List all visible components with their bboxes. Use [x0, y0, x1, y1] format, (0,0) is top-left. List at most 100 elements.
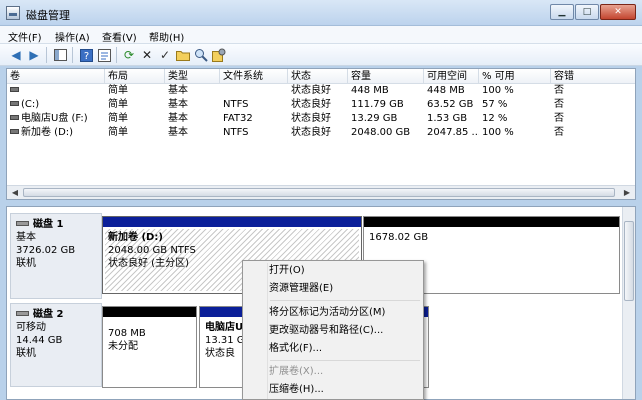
delete-icon[interactable]: ✕: [139, 47, 155, 63]
window-controls: ▁ □ ✕: [549, 4, 636, 20]
menu-separator: [270, 360, 420, 361]
menu-help[interactable]: 帮助(H): [149, 29, 184, 44]
disk-state: 联机: [16, 258, 36, 269]
menu-action[interactable]: 操作(A): [55, 29, 90, 44]
refresh-icon[interactable]: ⟳: [121, 47, 137, 63]
volume-filesystem: [220, 84, 288, 98]
partition[interactable]: 708 MB 未分配: [102, 306, 197, 388]
toolbar-separator: [72, 47, 73, 63]
volume-row[interactable]: (C:) 简单 基本 NTFS 状态良好 111.79 GB 63.52 GB …: [7, 98, 635, 112]
horizontal-scrollbar[interactable]: ◀ ▶: [7, 185, 635, 199]
partition-type-bar: [364, 217, 619, 227]
volume-layout: 简单: [108, 127, 128, 138]
volume-layout: 简单: [108, 99, 128, 110]
toolbar-separator: [46, 47, 47, 63]
window-title: 磁盘管理: [26, 9, 70, 22]
menu-file[interactable]: 文件(F): [8, 29, 42, 44]
search-icon[interactable]: [193, 47, 209, 63]
volume-layout: 简单: [108, 85, 128, 96]
volume-fault-tolerance: 否: [554, 85, 564, 96]
volume-layout: 简单: [108, 113, 128, 124]
help-icon[interactable]: ?: [78, 47, 94, 63]
close-button[interactable]: ✕: [600, 4, 636, 20]
menu-divider: [267, 263, 268, 399]
context-menu: 打开(O) 资源管理器(E) 将分区标记为活动分区(M) 更改驱动器号和路径(C…: [242, 260, 424, 400]
disk-state: 联机: [16, 348, 36, 359]
partition-size: 1678.02 GB: [369, 232, 429, 243]
disk-kind: 可移动: [16, 322, 46, 333]
volume-type: 基本: [168, 113, 188, 124]
menu-bar: 文件(F) 操作(A) 查看(V) 帮助(H): [0, 26, 642, 44]
partition-size: 708 MB: [108, 328, 146, 339]
volume-icon: [10, 115, 19, 120]
volume-capacity: 2048.00 GB: [351, 127, 411, 138]
column-header-free-space[interactable]: 可用空间: [424, 69, 479, 84]
partition-name: 新加卷 (D:): [108, 232, 163, 243]
volume-icon: [10, 101, 19, 106]
partition-type-bar: [103, 307, 196, 317]
column-header-status[interactable]: 状态: [288, 69, 348, 84]
volume-type: 基本: [168, 99, 188, 110]
menu-item-explorer[interactable]: 资源管理器(E): [269, 281, 333, 297]
volume-status: 状态良好: [291, 99, 331, 110]
settings-icon[interactable]: [211, 47, 227, 63]
volume-row[interactable]: 新加卷 (D:) 简单 基本 NTFS 状态良好 2048.00 GB 2047…: [7, 126, 635, 140]
svg-text:?: ?: [83, 51, 88, 62]
volume-row[interactable]: 电脑店U盘 (F:) 简单 基本 FAT32 状态良好 13.29 GB 1.5…: [7, 112, 635, 126]
hard-disk-icon: [16, 221, 29, 226]
volume-capacity: 111.79 GB: [351, 99, 404, 110]
disk-size: 3726.02 GB: [16, 245, 76, 256]
volume-name: [7, 84, 105, 98]
volume-free-space: 448 MB: [427, 85, 465, 96]
volume-filesystem: NTFS: [223, 127, 249, 138]
volume-percent-free: 57 %: [482, 99, 508, 110]
volume-percent-free: 12 %: [482, 113, 508, 124]
menu-view[interactable]: 查看(V): [102, 29, 137, 44]
column-header-type[interactable]: 类型: [165, 69, 220, 84]
column-header-filesystem[interactable]: 文件系统: [220, 69, 288, 84]
scroll-thumb[interactable]: [23, 188, 615, 197]
menu-item-shrink-volume[interactable]: 压缩卷(H)...: [269, 382, 324, 398]
open-folder-icon[interactable]: [175, 47, 191, 63]
scroll-left-icon[interactable]: ◀: [8, 187, 22, 198]
menu-item-extend-volume: 扩展卷(X)...: [269, 366, 324, 377]
column-header-layout[interactable]: 布局: [105, 69, 165, 84]
volume-percent-free: 100 %: [482, 127, 514, 138]
vertical-scrollbar[interactable]: [622, 207, 635, 399]
volume-icon: [10, 87, 19, 92]
menu-item-open[interactable]: 打开(O): [269, 263, 305, 279]
back-arrow-icon[interactable]: ◀: [8, 47, 24, 63]
volume-name: (C:): [7, 98, 105, 112]
volume-fault-tolerance: 否: [554, 113, 564, 124]
scroll-thumb[interactable]: [624, 221, 634, 301]
disk-name: 磁盘 2: [16, 308, 97, 321]
properties-icon[interactable]: [96, 47, 112, 63]
maximize-button[interactable]: □: [575, 4, 599, 20]
volume-fault-tolerance: 否: [554, 127, 564, 138]
partition-size: 2048.00 GB NTFS: [108, 245, 196, 256]
removable-disk-icon: [16, 311, 29, 316]
column-header-percent-free[interactable]: % 可用: [479, 69, 551, 84]
volume-filesystem: FAT32: [223, 113, 253, 124]
scroll-right-icon[interactable]: ▶: [620, 187, 634, 198]
disk-info[interactable]: 磁盘 2 可移动 14.44 GB 联机: [10, 303, 102, 387]
partition-status: 未分配: [108, 341, 138, 352]
menu-item-format[interactable]: 格式化(F)...: [269, 341, 322, 357]
column-header-fault-tolerance[interactable]: 容错: [551, 69, 635, 84]
column-header-volume[interactable]: 卷: [7, 69, 105, 84]
menu-item-mark-active[interactable]: 将分区标记为活动分区(M): [269, 305, 385, 321]
volume-free-space: 2047.85 ...: [427, 127, 479, 138]
menu-item-change-drive-letter[interactable]: 更改驱动器号和路径(C)...: [269, 323, 383, 339]
volume-capacity: 448 MB: [351, 85, 389, 96]
volume-list-header: 卷 布局 类型 文件系统 状态 容量 可用空间 % 可用 容错: [7, 69, 635, 84]
minimize-button[interactable]: ▁: [550, 4, 574, 20]
console-tree-icon[interactable]: [52, 47, 68, 63]
column-header-capacity[interactable]: 容量: [348, 69, 424, 84]
disk-info[interactable]: 磁盘 1 基本 3726.02 GB 联机: [10, 213, 102, 299]
check-icon[interactable]: ✓: [157, 47, 173, 63]
volume-type: 基本: [168, 85, 188, 96]
forward-arrow-icon[interactable]: ▶: [26, 47, 42, 63]
volume-filesystem: NTFS: [223, 99, 249, 110]
volume-row[interactable]: 简单 基本 状态良好 448 MB 448 MB 100 % 否: [7, 84, 635, 98]
disk-kind: 基本: [16, 232, 36, 243]
